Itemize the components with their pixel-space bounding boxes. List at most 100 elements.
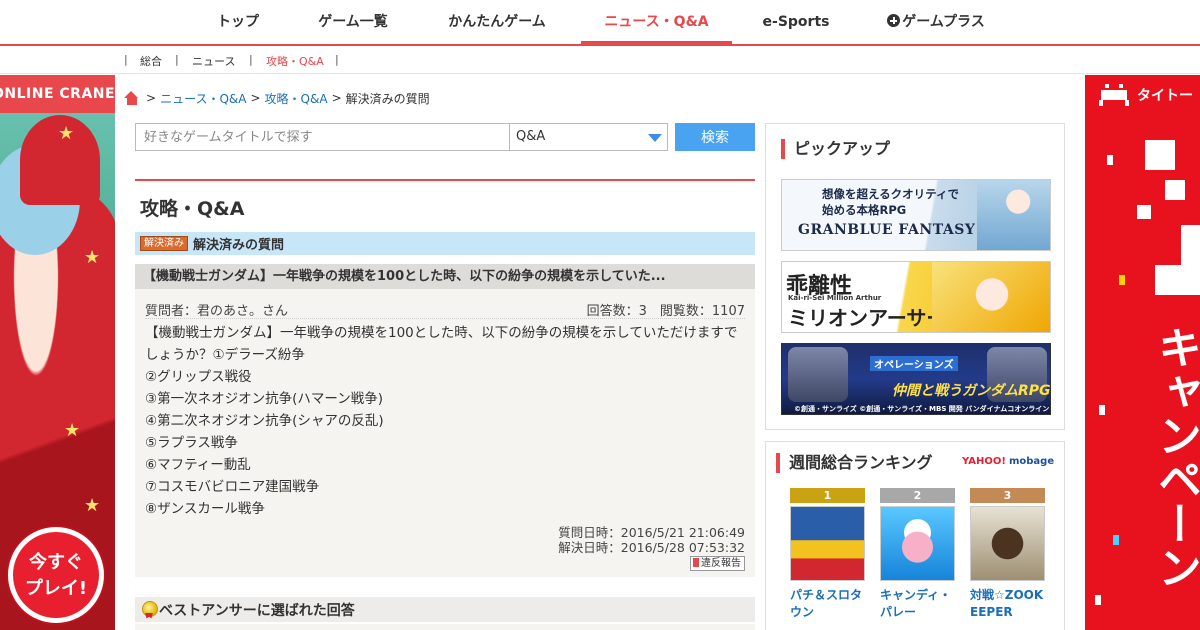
pickup-banner-million-arthur[interactable]: 乖離性 Kai-ri-Sei Million Arthur ミリオンアーサー — [781, 261, 1051, 333]
right-ad-campaign-text: キャンペーン — [1150, 325, 1200, 589]
report-button[interactable]: 違反報告 — [690, 556, 745, 571]
subnav-separator: | — [175, 53, 179, 66]
left-ad-cta-line1: 今すぐ — [29, 552, 83, 573]
rank-game-name[interactable]: 対戦☆ZOOKEEPER — [970, 587, 1045, 621]
report-icon — [693, 558, 699, 567]
left-ad-play-button[interactable]: 今すぐ プレイ! — [8, 527, 104, 623]
right-ad-brand: タイトー — [1137, 88, 1193, 104]
ranking-item[interactable]: 2 キャンディ・パレー — [880, 488, 955, 621]
pixel-block — [1155, 265, 1200, 295]
rank-game-name[interactable]: パチ＆スロタウン — [790, 587, 865, 621]
question-line: ④第二次ネオジオン抗争(シャアの反乱) — [145, 413, 384, 429]
subnav-separator: | — [249, 53, 253, 66]
question-line: ⑧ザンスカール戦争 — [145, 501, 265, 517]
resolved-section-header: 解決済み 解決済みの質問 — [135, 232, 755, 255]
question-line: ⑥マフティー動乱 — [145, 457, 251, 473]
resolved-badge: 解決済み — [140, 236, 188, 251]
question-line: ②グリップス戦役 — [145, 369, 252, 385]
invader-icon — [1099, 84, 1129, 106]
resolved-section-label: 解決済みの質問 — [193, 238, 285, 253]
pixel-block — [1145, 140, 1175, 170]
chevron-down-icon — [648, 134, 662, 142]
best-answer-header: ベストアンサーに選ばれた回答 — [135, 597, 755, 622]
question-stats: 回答数：3 閲覧数：1107 — [586, 304, 745, 319]
banner-granblue-character — [977, 180, 1050, 250]
best-answer-body — [135, 624, 755, 630]
question-meta: 質問者：君のあさ。さん 回答数：3 閲覧数：1107 — [145, 299, 745, 319]
mobage-logo: mobage — [1008, 456, 1055, 467]
plus-icon — [887, 14, 901, 27]
breadcrumb-news-qa[interactable]: ニュース・Q&A — [160, 90, 246, 107]
pickup-banner-granblue[interactable]: 想像を超えるクオリティで 始める本格RPG GRANBLUE FANTASY — [781, 179, 1051, 251]
nav-game-list[interactable]: ゲーム一覧 — [306, 0, 400, 44]
star-icon: ★ — [84, 495, 101, 516]
banner-granblue-logo: GRANBLUE FANTASY — [798, 222, 976, 238]
confetti — [1119, 275, 1125, 285]
question-text: 【機動戦士ガンダム】一年戦争の規模を100とした時、以下の紛争の規模を示していた… — [145, 322, 747, 520]
left-ad-brand: ONLINE CRANE — [0, 75, 115, 113]
breadcrumb-current: 解決済みの質問 — [345, 91, 430, 106]
nav-game-plus[interactable]: ゲームプラス — [876, 0, 996, 44]
pixel-block — [1137, 205, 1151, 219]
question-resolved-date: 解決日時：2016/5/28 07:53:32 — [558, 540, 745, 555]
sub-nav: | 総合 | ニュース | 攻略・Q&A | — [0, 46, 1200, 74]
question-line: 【機動戦士ガンダム】一年戦争の規模を100とした時、以下の紛争の規模を示していた… — [145, 325, 738, 363]
question-line: ⑦コスモバビロニア建国戦争 — [145, 479, 320, 495]
ranking-title: 週間総合ランキング — [776, 453, 933, 473]
banner-granblue-line2: 始める本格RPG — [822, 203, 907, 217]
breadcrumb-separator: > — [146, 91, 157, 105]
pickup-panel: ピックアップ 想像を超えるクオリティで 始める本格RPG GRANBLUE FA… — [765, 123, 1065, 430]
right-ad-header: タイトー — [1085, 75, 1200, 115]
confetti — [1107, 155, 1113, 165]
rank-number: 2 — [880, 488, 955, 503]
banner-gundam-copyright: ©創通・サンライズ ©創通・サンライズ・MBS 開発 バンダイナムコオンライン — [794, 405, 1050, 413]
nav-esports[interactable]: e-Sports — [758, 0, 834, 44]
rank-thumbnail[interactable] — [790, 506, 865, 581]
rank-game-name[interactable]: キャンディ・パレー — [880, 587, 955, 621]
nav-news-qa[interactable]: ニュース・Q&A — [581, 0, 732, 45]
question-asked-date: 質問日時：2016/5/21 21:06:49 — [558, 525, 745, 540]
right-ad-banner[interactable]: タイトー キャンペーン — [1085, 75, 1200, 630]
subnav-strategy-qa[interactable]: 攻略・Q&A — [266, 53, 324, 69]
banner-gundam-top: オペレーションズ — [870, 356, 958, 371]
rank-number: 3 — [970, 488, 1045, 503]
rank-number: 1 — [790, 488, 865, 503]
banner-arthur-character — [932, 262, 1050, 332]
confetti — [1113, 535, 1119, 545]
main-divider — [135, 179, 755, 181]
question-body: 質問者：君のあさ。さん 回答数：3 閲覧数：1107 【機動戦士ガンダム】一年戦… — [135, 289, 755, 577]
pixel-block — [1181, 225, 1200, 265]
pickup-banner-gundam[interactable]: オペレーションズ 仲間と戦うガンダムRPG ©創通・サンライズ ©創通・サンライ… — [781, 343, 1051, 415]
subnav-news[interactable]: ニュース — [192, 53, 235, 69]
breadcrumb-separator: > — [250, 91, 261, 105]
rank-thumbnail[interactable] — [970, 506, 1045, 581]
nav-top[interactable]: トップ — [204, 0, 272, 44]
star-icon: ★ — [58, 123, 75, 144]
banner-arthur-sub: Kai-ri-Sei Million Arthur — [788, 294, 882, 302]
home-icon[interactable] — [124, 91, 139, 105]
nav-game-plus-label: ゲームプラス — [902, 14, 985, 30]
page-title: 攻略・Q&A — [140, 198, 245, 220]
search-input[interactable] — [135, 123, 510, 151]
rank-thumbnail[interactable] — [880, 506, 955, 581]
question-line: ③第一次ネオジオン抗争(ハマーン戦争) — [145, 391, 383, 407]
search-category-select[interactable]: Q&A — [509, 123, 668, 151]
question-line: ⑤ラプラス戦争 — [145, 435, 238, 451]
banner-gundam-mech — [788, 347, 848, 402]
search-button[interactable]: 検索 — [675, 123, 755, 151]
banner-granblue-line1: 想像を超えるクオリティで — [822, 187, 959, 201]
question-title: 【機動戦士ガンダム】一年戦争の規模を100とした時、以下の紛争の規模を示していた… — [135, 264, 755, 289]
banner-arthur-logo2: ミリオンアーサー — [788, 306, 947, 330]
left-ad-banner[interactable]: ONLINE CRANE ★ ★ ★ ★ 今すぐ プレイ! — [0, 75, 115, 630]
ranking-item[interactable]: 3 対戦☆ZOOKEEPER — [970, 488, 1045, 621]
search-category-value: Q&A — [516, 129, 546, 144]
banner-gundam-title: 仲間と戦うガンダムRPG — [892, 383, 1051, 399]
report-label: 違反報告 — [701, 558, 741, 569]
breadcrumb-strategy-qa[interactable]: 攻略・Q&A — [265, 90, 328, 107]
subnav-separator: | — [124, 53, 128, 66]
nav-easy-games[interactable]: かんたんゲーム — [434, 0, 560, 44]
subnav-general[interactable]: 総合 — [140, 53, 162, 69]
yahoo-mobage-logo: YAHOO! mobage — [962, 456, 1054, 467]
ranking-item[interactable]: 1 パチ＆スロタウン — [790, 488, 865, 621]
subnav-separator: | — [335, 53, 339, 66]
